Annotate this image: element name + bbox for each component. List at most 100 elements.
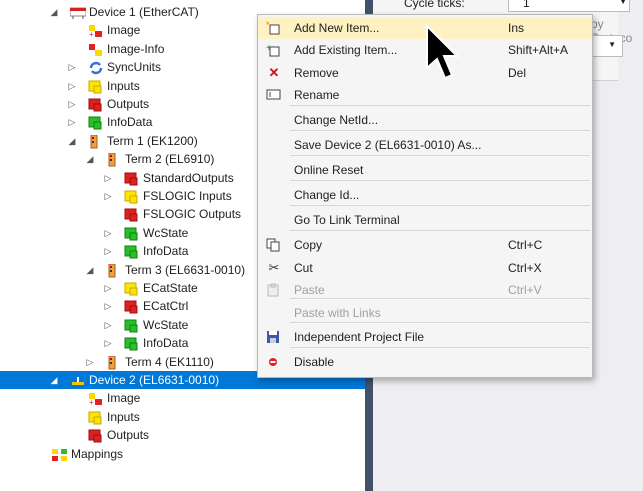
- save-file-icon: [266, 330, 282, 344]
- menu-item-save-device-2-el6631-0010-as[interactable]: Save Device 2 (EL6631-0010) As...: [258, 134, 592, 156]
- svg-text:*: *: [266, 21, 270, 30]
- expand-icon[interactable]: ▷: [84, 353, 96, 371]
- expand-icon[interactable]: ▷: [66, 113, 78, 131]
- outputs-icon: [88, 98, 102, 112]
- tree-row[interactable]: Inputs: [0, 408, 365, 426]
- menu-item-label: Save Device 2 (EL6631-0010) As...: [294, 138, 482, 152]
- infodata-icon: [124, 319, 138, 333]
- collapse-icon[interactable]: ◢: [66, 132, 78, 150]
- collapse-icon[interactable]: ◢: [48, 3, 60, 21]
- menu-separator: [290, 155, 590, 156]
- svg-text:+: +: [89, 398, 94, 406]
- tree-row-label: Outputs: [107, 428, 150, 443]
- infodata-icon: [124, 227, 138, 241]
- menu-item-copy[interactable]: Copy Ctrl+C: [258, 234, 592, 256]
- menu-item-change-id[interactable]: Change Id...: [258, 184, 592, 206]
- tree-row-label: Device 2 (EL6631-0010): [89, 373, 220, 387]
- collapse-icon[interactable]: ◢: [84, 261, 96, 279]
- combo-box[interactable]: ▼: [591, 35, 623, 57]
- menu-item-go-to-link-terminal[interactable]: Go To Link Terminal: [258, 209, 592, 231]
- tree-row-label: Term 3 (EL6631-0010): [125, 262, 246, 277]
- menu-item-label: Paste with Links: [294, 306, 381, 320]
- profinet-device-icon: [70, 374, 84, 386]
- chevron-down-icon[interactable]: ▼: [619, 0, 627, 6]
- menu-separator: [290, 298, 590, 299]
- menu-item-shortcut: Ctrl+X: [508, 261, 542, 275]
- tree-row[interactable]: + Image: [0, 389, 365, 407]
- menu-item-independent-project-file[interactable]: Independent Project File: [258, 326, 592, 348]
- expand-icon[interactable]: ▷: [102, 297, 114, 315]
- menu-item-label: Copy: [294, 238, 323, 252]
- menu-item-shortcut: Ins: [508, 21, 525, 35]
- mappings-icon: [52, 448, 67, 461]
- rename-icon: [266, 88, 282, 102]
- expand-icon[interactable]: ▷: [102, 169, 114, 187]
- infodata-icon: [88, 116, 102, 130]
- tree-row-label: InfoData: [143, 244, 189, 259]
- ethercat-device-icon: [69, 6, 87, 19]
- terminal-icon: [106, 355, 120, 370]
- menu-separator: [290, 180, 590, 181]
- tree-row-label: Image: [107, 391, 141, 406]
- inputs-icon: [88, 80, 102, 94]
- expand-icon[interactable]: ▷: [66, 95, 78, 113]
- disable-icon: [266, 355, 282, 369]
- menu-item-label: Cut: [294, 261, 313, 275]
- image-info-icon: [88, 43, 102, 56]
- tree-row-label: StandardOutputs: [143, 170, 234, 185]
- expand-icon[interactable]: ▷: [102, 224, 114, 242]
- expand-icon[interactable]: ▷: [66, 58, 78, 76]
- chevron-down-icon[interactable]: ▼: [608, 40, 616, 49]
- tree-row[interactable]: Mappings: [0, 445, 365, 463]
- menu-item-change-netid[interactable]: Change NetId...: [258, 109, 592, 131]
- outputs-icon: [124, 300, 138, 314]
- tree-row-label: WcState: [143, 225, 189, 240]
- mouse-cursor-icon: [426, 24, 460, 80]
- add-existing-item-icon: +: [266, 43, 282, 57]
- menu-item-label: Add Existing Item...: [294, 43, 398, 57]
- remove-icon: ✕: [268, 65, 280, 80]
- infodata-icon: [124, 337, 138, 351]
- menu-item-paste-with-links: Paste with Links: [258, 302, 592, 324]
- menu-item-label: Go To Link Terminal: [294, 213, 400, 227]
- tree-row-label: Device 1 (EtherCAT): [89, 5, 199, 19]
- svg-text:+: +: [89, 30, 94, 38]
- tree-row-label: InfoData: [143, 336, 189, 351]
- copy-icon: [266, 238, 282, 252]
- tree-row-label: Inputs: [107, 409, 140, 424]
- inputs-icon: [124, 190, 138, 204]
- cycle-ticks-combo[interactable]: 1 ▼: [508, 0, 630, 12]
- menu-item-rename[interactable]: Rename: [258, 84, 592, 106]
- menu-item-cut[interactable]: ✂ Cut Ctrl+X: [258, 257, 592, 279]
- image-icon: +: [88, 392, 102, 407]
- expand-icon[interactable]: ▷: [66, 77, 78, 95]
- image-icon: +: [88, 24, 102, 39]
- tree-row-label: Term 2 (EL6910): [125, 152, 215, 167]
- menu-separator: [290, 130, 590, 131]
- expand-icon[interactable]: ▷: [102, 279, 114, 297]
- tree-row-label: Image-Info: [107, 41, 165, 56]
- terminal-icon: [106, 263, 120, 278]
- outputs-icon: [124, 172, 138, 186]
- tree-row-label: Term 4 (EK1110): [125, 354, 214, 369]
- menu-item-online-reset[interactable]: Online Reset: [258, 159, 592, 181]
- menu-item-label: Disable: [294, 355, 335, 369]
- collapse-icon[interactable]: ◢: [84, 150, 96, 168]
- menu-separator: [290, 322, 590, 323]
- expand-icon[interactable]: ▷: [102, 316, 114, 334]
- tree-row-label: Term 1 (EK1200): [107, 133, 198, 148]
- expand-icon[interactable]: ▷: [102, 242, 114, 260]
- inputs-icon: [88, 411, 102, 425]
- terminal-icon: [106, 152, 120, 167]
- expand-icon[interactable]: ▷: [102, 187, 114, 205]
- tree-row-label: Outputs: [107, 97, 150, 111]
- collapse-icon[interactable]: ◢: [48, 371, 60, 389]
- expand-icon[interactable]: ▷: [102, 334, 114, 352]
- tree-row-label: Image: [107, 23, 141, 38]
- menu-separator: [290, 347, 590, 348]
- inputs-icon: [124, 282, 138, 296]
- tree-row[interactable]: Outputs: [0, 426, 365, 444]
- menu-item-label: Change Id...: [294, 188, 360, 202]
- tree-row-label: FSLOGIC Outputs: [143, 207, 242, 222]
- menu-item-disable[interactable]: Disable: [258, 351, 592, 373]
